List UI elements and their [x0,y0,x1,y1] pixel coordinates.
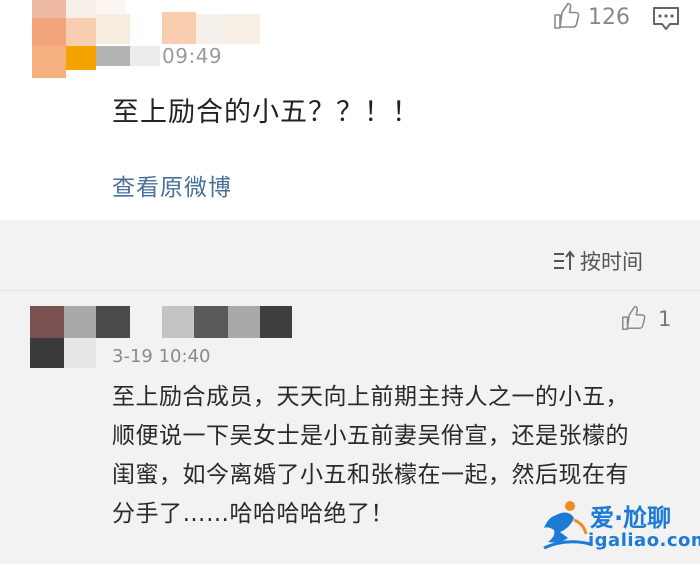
post-section: 09:49 126 至上励合的小五？？！！ 查看原微博 [0,0,700,220]
watermark-name: 爱·尬聊 [590,504,672,532]
view-original-link[interactable]: 查看原微博 [112,168,232,202]
watermark-url: igaliao.com [588,530,700,551]
comment-icon[interactable] [652,6,680,32]
thumbs-up-icon [554,3,580,29]
divider [0,290,700,291]
comment-like-button[interactable]: 1 [620,306,671,332]
post-text: 至上励合的小五？？！！ [112,97,420,128]
blurred-user-avatar [32,0,262,80]
sort-time-icon [554,250,575,270]
thumbs-up-icon [622,306,646,330]
sort-by-time-button[interactable]: 按时间 [552,246,643,276]
comment-like-count: 1 [658,307,672,331]
post-like-button[interactable]: 126 [552,3,630,31]
watermark: 爱·尬聊 igaliao.com [540,494,700,558]
watermark-logo [543,501,591,550]
post-timestamp: 09:49 [162,44,223,68]
sort-label: 按时间 [580,250,643,274]
comment-timestamp: 3-19 10:40 [112,346,211,367]
post-like-count: 126 [588,4,630,30]
